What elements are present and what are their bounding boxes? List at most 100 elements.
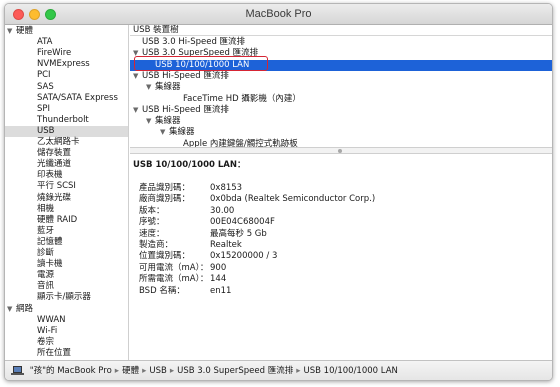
device-tree-label: USB Hi-Speed 匯流排: [142, 104, 229, 115]
sidebar-item-label: 診斷: [37, 248, 55, 258]
detail-field-key: 位置識別碼：: [139, 251, 191, 262]
sidebar-item-label: NVMExpress: [37, 59, 90, 70]
splitter-handle[interactable]: [338, 149, 342, 153]
sidebar-item-label: 記憶體: [37, 236, 63, 247]
sidebar-item[interactable]: 儲存裝置: [5, 148, 128, 159]
detail-field: 可用電流（mA）： 900: [139, 263, 539, 274]
device-detail-pane: USB 10/100/1000 LAN： 產品識別碼： 0x8153 廠商識別碼： 0…: [130, 154, 552, 360]
disclosure-triangle-icon[interactable]: ▼: [146, 116, 155, 127]
sidebar-item-label: 音訊: [37, 281, 55, 292]
disclosure-triangle-icon[interactable]: ▼: [7, 26, 16, 37]
breadcrumb-item[interactable]: USB 10/100/1000 LAN: [304, 366, 398, 376]
sidebar-item[interactable]: 燒錄光碟: [5, 193, 128, 204]
device-tree-label: 集線器: [155, 116, 181, 127]
detail-field-key: 速度：: [139, 228, 165, 239]
detail-title: USB 10/100/1000 LAN：: [133, 160, 246, 170]
breadcrumb-item[interactable]: "孩"的 MacBook Pro: [30, 366, 112, 376]
sidebar-item[interactable]: 光纖通道: [5, 159, 128, 170]
detail-field: 所需電流（mA）： 144: [139, 274, 539, 285]
sidebar-item-label: 讀卡機: [37, 259, 63, 270]
sidebar-item[interactable]: 藍牙: [5, 226, 128, 237]
sidebar-item[interactable]: 平行 SCSI: [5, 181, 128, 192]
sidebar-item[interactable]: 音訊: [5, 281, 128, 292]
disclosure-triangle-icon[interactable]: ▼: [133, 105, 142, 116]
device-tree-label: USB Hi-Speed 匯流排: [142, 70, 229, 81]
detail-field: 序號： 00E04C68004F: [139, 217, 539, 228]
device-tree-row[interactable]: Apple 內建鍵盤/觸控式軌跡板: [130, 139, 552, 147]
sidebar-item-label: 電源: [37, 270, 55, 281]
detail-field-value: 00E04C68004F: [210, 217, 275, 228]
device-tree-label: 集線器: [169, 127, 195, 138]
sidebar-item-label: 印表機: [37, 170, 63, 181]
disclosure-triangle-icon[interactable]: ▼: [7, 304, 16, 315]
sidebar-item[interactable]: NVMExpress: [5, 59, 128, 70]
category-sidebar[interactable]: ▼ 硬體 ATA FireWire NVMExpress PCI SAS SATA/SATA …: [5, 25, 129, 360]
title-bar[interactable]: MacBook Pro: [5, 4, 552, 25]
sidebar-item[interactable]: Thunderbolt: [5, 115, 128, 126]
breadcrumb-item[interactable]: 硬體: [122, 366, 139, 376]
sidebar-item[interactable]: SPI: [5, 103, 128, 115]
detail-field-value: 30.00: [210, 205, 235, 216]
sidebar-item[interactable]: 所在位置: [5, 348, 128, 359]
sidebar-item[interactable]: PCI: [5, 70, 128, 81]
sidebar-item-label: 顯示卡/顯示器: [37, 292, 91, 303]
sidebar-item[interactable]: ▼ 網路: [5, 304, 128, 315]
device-tree-label: USB 3.0 Hi-Speed 匯流排: [142, 37, 246, 47]
detail-field-value: 0x15200000 / 3: [210, 251, 278, 262]
sidebar-item[interactable]: 記憶體: [5, 236, 128, 248]
detail-field: 速度： 最高每秒 5 Gb: [139, 229, 539, 240]
sidebar-item[interactable]: FireWire: [5, 48, 128, 59]
breadcrumb-item[interactable]: USB 3.0 SuperSpeed 匯流排: [177, 366, 293, 376]
disclosure-triangle-icon[interactable]: ▼: [146, 82, 155, 93]
pane-splitter[interactable]: [130, 147, 552, 154]
sidebar-item[interactable]: 硬體 RAID: [5, 215, 128, 226]
system-information-window: MacBook Pro ▼ 硬體 ATA FireWire NVMExpress PCI S…: [4, 3, 553, 381]
sidebar-item[interactable]: 讀卡機: [5, 259, 128, 270]
detail-field-key: 所需電流（mA）：: [139, 274, 209, 285]
device-tree-row[interactable]: USB 3.0 Hi-Speed 匯流排: [130, 37, 552, 48]
usb-device-tree[interactable]: USB 裝置樹 USB 3.0 Hi-Speed 匯流排 ▼ USB 3.0 Sup…: [130, 25, 552, 147]
device-tree-row[interactable]: ▼ 集線器: [130, 82, 552, 93]
disclosure-triangle-icon[interactable]: ▼: [160, 127, 169, 138]
laptop-icon: [11, 365, 24, 376]
detail-field: 產品識別碼： 0x8153: [139, 183, 539, 194]
sidebar-item[interactable]: 乙太網路卡: [5, 137, 128, 148]
breadcrumb-separator-icon: ▸: [142, 366, 147, 376]
sidebar-item[interactable]: 印表機: [5, 170, 128, 181]
sidebar-item[interactable]: 卷宗: [5, 337, 128, 348]
detail-field: 製造商： Realtek: [139, 240, 539, 251]
sidebar-item-label: FireWire: [37, 48, 72, 59]
sidebar-item-label: 平行 SCSI: [37, 181, 76, 192]
detail-field-key: 可用電流（mA）：: [139, 262, 209, 273]
sidebar-item[interactable]: 相機: [5, 203, 128, 215]
sidebar-item-label: 硬體: [16, 26, 34, 36]
sidebar-item-label: USB: [37, 125, 55, 136]
sidebar-item[interactable]: 診斷: [5, 248, 128, 259]
breadcrumb-separator-icon: ▸: [114, 366, 120, 376]
breadcrumb-separator-icon: ▸: [296, 366, 301, 376]
sidebar-item-label: SPI: [37, 103, 51, 114]
sidebar-item[interactable]: SAS: [5, 82, 128, 93]
sidebar-item[interactable]: ATA: [5, 37, 128, 48]
path-bar: "孩"的 MacBook Pro ▸ 硬體 ▸ USB ▸ USB 3.0 SuperSpe…: [5, 360, 552, 380]
breadcrumb-item[interactable]: USB: [149, 366, 166, 376]
sidebar-item[interactable]: ▼ 硬體: [5, 26, 128, 37]
device-tree-row[interactable]: ▼ USB Hi-Speed 匯流排: [130, 104, 552, 116]
sidebar-item[interactable]: USB: [5, 125, 128, 138]
device-tree-row[interactable]: ▼ 集線器: [130, 127, 552, 138]
device-tree-row[interactable]: FaceTime HD 攝影機（內建）: [130, 94, 552, 105]
sidebar-item[interactable]: WWAN: [5, 315, 128, 326]
device-tree-row[interactable]: ▼ USB Hi-Speed 匯流排: [130, 70, 552, 82]
detail-field: BSD 名稱： en11: [139, 286, 539, 297]
sidebar-item[interactable]: 電源: [5, 270, 128, 281]
sidebar-item[interactable]: SATA/SATA Express: [5, 93, 128, 104]
sidebar-item-label: Wi-Fi: [37, 325, 58, 336]
detail-field: 版本： 30.00: [139, 206, 539, 217]
sidebar-item-label: 相機: [37, 203, 55, 214]
sidebar-item-label: 儲存裝置: [37, 148, 72, 159]
sidebar-item[interactable]: 顯示卡/顯示器: [5, 292, 128, 303]
device-tree-row[interactable]: ▼ 集線器: [130, 116, 552, 127]
sidebar-item[interactable]: Wi-Fi: [5, 325, 128, 337]
disclosure-triangle-icon[interactable]: ▼: [133, 71, 142, 82]
breadcrumb-separator-icon: ▸: [169, 366, 175, 376]
